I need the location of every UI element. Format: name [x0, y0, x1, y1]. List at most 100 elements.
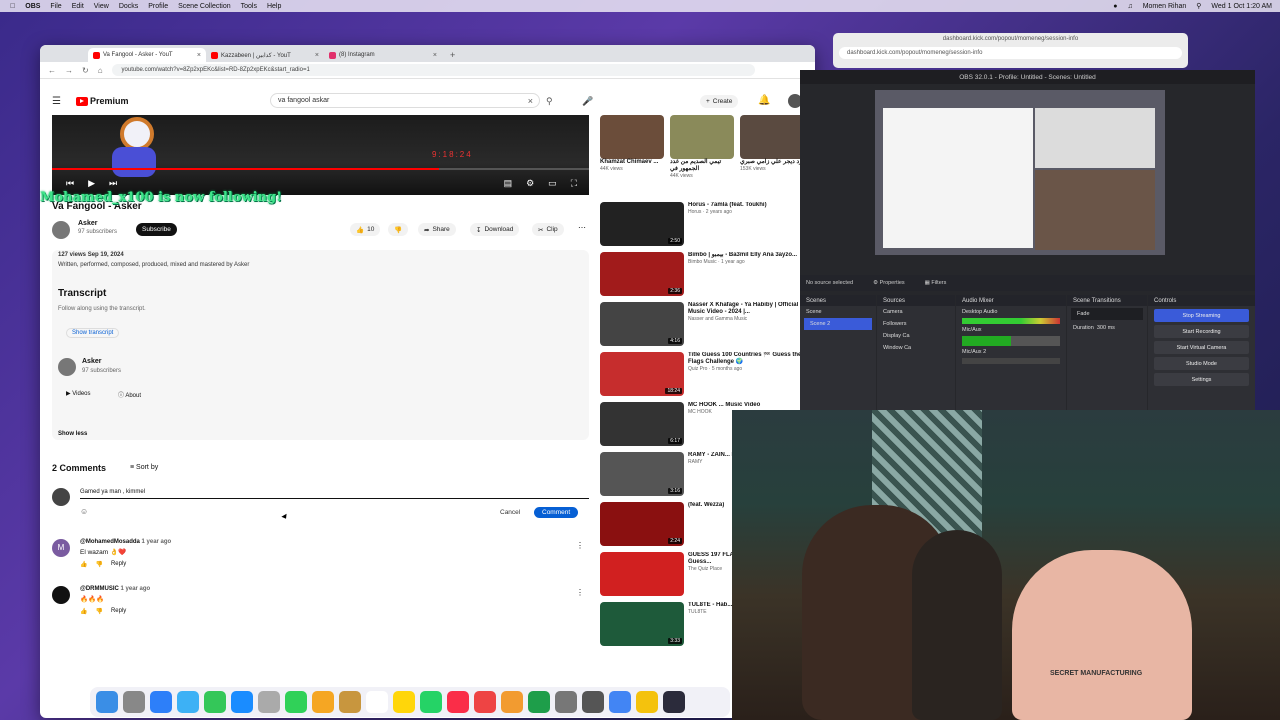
menu-clock[interactable]: Wed 1 Oct 1:20 AM: [1211, 3, 1272, 10]
properties-button[interactable]: ⚙ Properties: [873, 280, 905, 286]
cancel-button[interactable]: Cancel: [492, 507, 528, 518]
url-field[interactable]: youtube.com/watch?v=8Zp2xpEKc&list=RD-8Z…: [111, 64, 755, 76]
related-video[interactable]: 2:50 Horus - 7amla (feat. Toukhi) Horus · …: [600, 202, 815, 246]
about-link[interactable]: ⓘ About: [118, 390, 141, 399]
comment-button[interactable]: Comment: [534, 507, 579, 518]
reload-icon[interactable]: ↻: [82, 66, 89, 75]
slack-icon[interactable]: [474, 691, 496, 713]
menu-view[interactable]: View: [94, 3, 109, 10]
channel-avatar[interactable]: [52, 221, 70, 239]
start-recording-button[interactable]: Start Recording: [1154, 325, 1249, 338]
scene-item[interactable]: Scene: [800, 306, 876, 318]
menu-user[interactable]: Momen Rihan: [1143, 3, 1187, 10]
notes-icon[interactable]: [339, 691, 361, 713]
fullscreen-icon[interactable]: ⛶: [571, 178, 577, 189]
reply-button[interactable]: Reply: [111, 561, 126, 568]
tab-va-fangool[interactable]: Va Fangool - Asker - YouT ×: [88, 48, 206, 62]
finder-icon[interactable]: [96, 691, 118, 713]
filters-button[interactable]: ▦ Filters: [925, 280, 947, 286]
sublime-icon[interactable]: [501, 691, 523, 713]
play-icon[interactable]: ▶: [88, 178, 95, 189]
stop-streaming-button[interactable]: Stop Streaming: [1154, 309, 1249, 322]
clip-button[interactable]: ✂ Clip: [532, 223, 564, 236]
launchpad-icon[interactable]: [123, 691, 145, 713]
share-button[interactable]: ➦ Share: [418, 223, 456, 236]
mail-icon[interactable]: [177, 691, 199, 713]
messages-icon[interactable]: [204, 691, 226, 713]
dislike-button[interactable]: 👎: [388, 223, 409, 236]
source-item[interactable]: Window Ca: [877, 342, 955, 354]
short-card[interactable]: زد ديجر علي زامي صبري 153K views: [740, 115, 806, 180]
bell-icon[interactable]: 🔔: [758, 95, 770, 106]
comment-author[interactable]: @DRMMUSIC 1 year ago: [80, 586, 150, 592]
app-store-icon[interactable]: [231, 691, 253, 713]
comment-input[interactable]: Gamed ya man , kimmel: [80, 489, 589, 499]
volume-icon[interactable]: ♫: [1127, 3, 1132, 10]
short-card[interactable]: تيمي الصديم من غدد الجمهور في 44K views: [670, 115, 736, 180]
obs-icon[interactable]: [582, 691, 604, 713]
tab-instagram[interactable]: (8) Instagram ×: [324, 48, 442, 62]
close-tab-icon[interactable]: ×: [315, 52, 319, 59]
comment-avatar[interactable]: M: [52, 539, 70, 557]
video-player[interactable]: 9:18:24 ⏮ ▶ ⏭ ▤ ⚙ ▭ ⛶: [52, 115, 589, 195]
videos-link[interactable]: ▶ Videos: [66, 390, 91, 397]
thumbs-down-icon[interactable]: 👎: [95, 608, 102, 615]
settings-gear-icon[interactable]: ⚙: [526, 178, 534, 189]
menu-profile[interactable]: Profile: [148, 3, 168, 10]
stickies-icon[interactable]: [393, 691, 415, 713]
thumbs-down-icon[interactable]: 👎: [95, 561, 102, 568]
folder-icon[interactable]: [636, 691, 658, 713]
transition-duration[interactable]: Duration 300 ms: [1067, 322, 1147, 334]
create-button[interactable]: + Create: [700, 95, 739, 108]
youtube-logo[interactable]: Premium: [76, 96, 129, 106]
comment-menu-icon[interactable]: ⋮: [576, 588, 584, 597]
microphone-icon[interactable]: 🎤: [582, 96, 593, 107]
scene-item-selected[interactable]: Scene 2: [804, 318, 872, 330]
wifi-icon[interactable]: ●: [1113, 3, 1117, 10]
close-tab-icon[interactable]: ×: [433, 52, 437, 59]
sort-by-button[interactable]: ≡ Sort by: [130, 464, 158, 471]
channel-card-avatar[interactable]: [58, 358, 76, 376]
menu-help[interactable]: Help: [267, 3, 281, 10]
forward-icon[interactable]: →: [65, 66, 73, 75]
search-input[interactable]: va fangool askar ×: [270, 93, 540, 108]
comment-menu-icon[interactable]: ⋮: [576, 541, 584, 550]
captions-icon[interactable]: ▤: [504, 178, 513, 189]
menu-edit[interactable]: Edit: [72, 3, 84, 10]
photos-icon[interactable]: [312, 691, 334, 713]
emoji-icon[interactable]: ☺: [80, 507, 88, 516]
home-icon[interactable]: ⌂: [98, 66, 103, 75]
more-options-icon[interactable]: ⋯: [578, 223, 586, 232]
obs-preview[interactable]: [875, 90, 1165, 255]
music-icon[interactable]: [447, 691, 469, 713]
menu-scene-collection[interactable]: Scene Collection: [178, 3, 231, 10]
transition-select[interactable]: Fade: [1071, 308, 1143, 320]
thumbs-up-icon[interactable]: 👍: [80, 561, 87, 568]
app-icon[interactable]: [663, 691, 685, 713]
tab-kazzabeen[interactable]: Kazzabeen | كدابين - YouT ×: [206, 48, 324, 62]
menu-tools[interactable]: Tools: [241, 3, 257, 10]
subscribe-button[interactable]: Subscribe: [136, 223, 177, 236]
system-settings-icon[interactable]: [555, 691, 577, 713]
search-icon[interactable]: ⚲: [546, 96, 553, 107]
apple-icon[interactable]: : [10, 3, 15, 10]
reply-button[interactable]: Reply: [111, 608, 126, 615]
calendar-icon[interactable]: [366, 691, 388, 713]
thumbs-up-icon[interactable]: 👍: [80, 608, 87, 615]
studio-mode-button[interactable]: Studio Mode: [1154, 357, 1249, 370]
new-tab-icon[interactable]: +: [450, 50, 455, 60]
terminal-icon[interactable]: [528, 691, 550, 713]
comment-avatar[interactable]: [52, 586, 70, 604]
previous-icon[interactable]: ⏮: [66, 178, 74, 189]
back-icon[interactable]: ←: [48, 66, 56, 75]
next-icon[interactable]: ⏭: [109, 178, 117, 189]
start-virtual-camera-button[interactable]: Start Virtual Camera: [1154, 341, 1249, 354]
show-transcript-button[interactable]: Show transcript: [66, 328, 120, 338]
facetime-icon[interactable]: [285, 691, 307, 713]
download-button[interactable]: ↧ Download: [470, 223, 520, 236]
maps-icon[interactable]: [258, 691, 280, 713]
menu-app-name[interactable]: OBS: [25, 3, 40, 10]
close-tab-icon[interactable]: ×: [197, 52, 201, 59]
menu-docks[interactable]: Docks: [119, 3, 138, 10]
source-item[interactable]: Followers: [877, 318, 955, 330]
